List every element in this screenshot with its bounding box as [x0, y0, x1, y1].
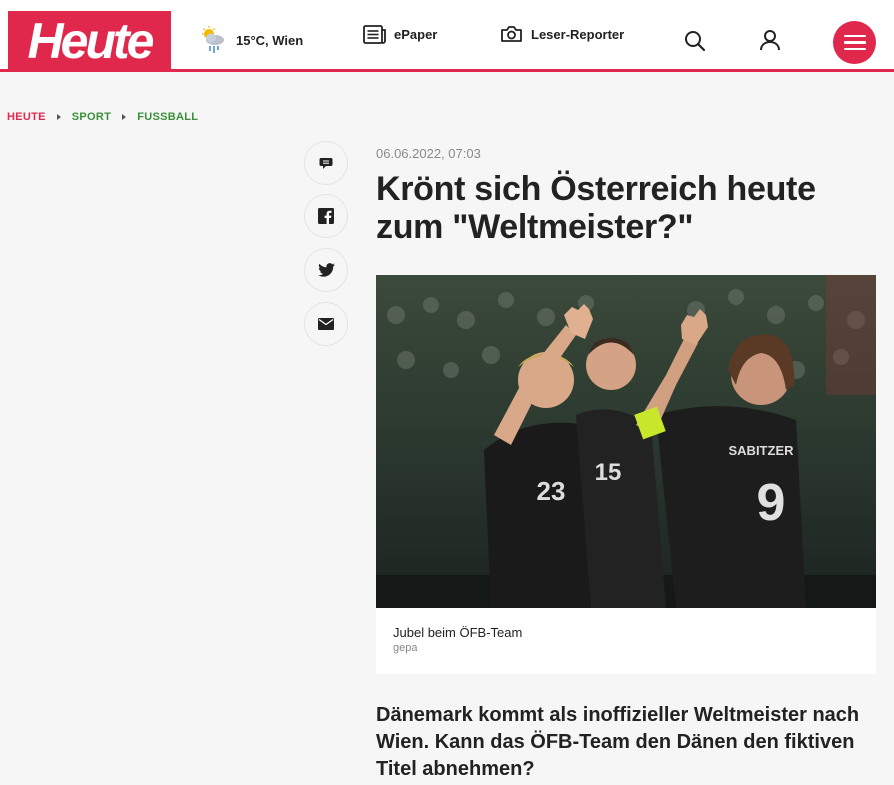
weather-icon: [202, 26, 224, 53]
breadcrumb-sport[interactable]: SPORT: [72, 111, 111, 123]
image-caption: Jubel beim ÖFB-Team: [393, 625, 523, 640]
jersey-name: SABITZER: [729, 443, 795, 458]
menu-button[interactable]: [833, 21, 876, 64]
mail-share-button[interactable]: [304, 302, 348, 346]
user-icon[interactable]: [759, 29, 781, 51]
article-headline: Krönt sich Österreich heute zum "Weltmei…: [376, 170, 816, 246]
football-players-photo: 23 15 SABITZER 9: [376, 275, 876, 608]
search-icon[interactable]: [684, 30, 706, 52]
leser-reporter-link[interactable]: Leser-Reporter: [500, 25, 624, 43]
epaper-label: ePaper: [394, 27, 438, 42]
logo-text: Heute: [27, 13, 155, 69]
facebook-share-button[interactable]: [304, 194, 348, 238]
breadcrumb: HEUTE SPORT FUSSBALL: [7, 111, 198, 123]
camera-icon: [501, 26, 522, 42]
article-lead: Dänemark kommt als inoffizieller Weltmei…: [376, 704, 860, 780]
jersey-number-9: 9: [757, 474, 786, 532]
reporter-label: Leser-Reporter: [531, 26, 625, 42]
article-date: 06.06.2022, 07:03: [376, 146, 481, 161]
twitter-share-button[interactable]: [304, 248, 348, 292]
mail-icon: [318, 318, 334, 330]
jersey-number-15: 15: [595, 459, 622, 486]
epaper-link[interactable]: ePaper: [363, 25, 437, 44]
breadcrumb-home[interactable]: HEUTE: [7, 111, 46, 123]
comment-icon: [319, 157, 333, 169]
image-caption-box: Jubel beim ÖFB-Team gepa: [376, 608, 876, 674]
breadcrumb-arrow-icon: [56, 114, 61, 120]
site-logo[interactable]: Heute: [8, 11, 171, 71]
weather-widget[interactable]: 15°C, Wien: [200, 25, 303, 55]
breadcrumb-fussball[interactable]: FUSSBALL: [137, 111, 198, 123]
comment-button[interactable]: [304, 141, 348, 185]
article-image[interactable]: 23 15 SABITZER 9: [376, 275, 876, 608]
menu-icon: [843, 34, 866, 38]
site-header: Heute 15°C, Wien ePaper Leser-Reporter: [0, 0, 894, 72]
image-credit: gepa: [393, 642, 418, 654]
facebook-icon: [318, 208, 334, 224]
breadcrumb-arrow-icon: [122, 114, 127, 120]
newspaper-icon: [363, 25, 386, 44]
twitter-icon: [317, 263, 335, 277]
jersey-number-23: 23: [537, 476, 566, 506]
weather-text: 15°C, Wien: [236, 32, 304, 48]
